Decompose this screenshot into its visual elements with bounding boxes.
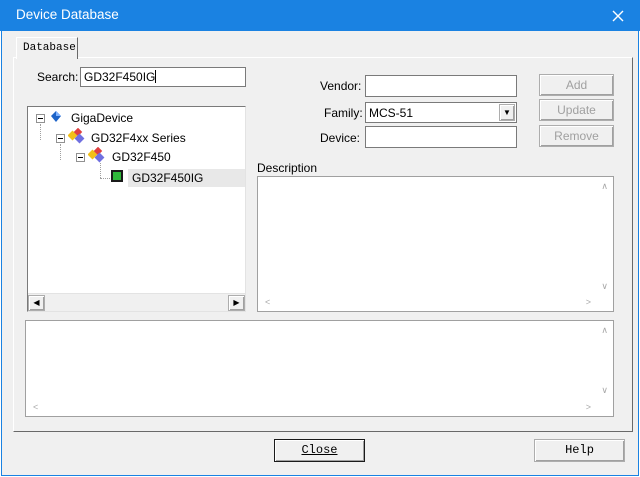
family-select-value: MCS-51 [369, 106, 414, 120]
close-window-button[interactable] [596, 0, 640, 31]
text-caret [155, 70, 157, 83]
scroll-up-icon[interactable]: ∧ [601, 325, 608, 336]
search-input-value: GD32F450IG [84, 70, 156, 84]
family-select[interactable]: MCS-51 ▼ [365, 102, 517, 123]
title-bar: Device Database [0, 0, 640, 31]
tab-database[interactable]: Database [16, 37, 78, 59]
help-button[interactable]: Help [534, 439, 625, 462]
tree-item-gd32f450ig[interactable]: GD32F450IG [132, 171, 203, 185]
scroll-right-icon: ▶ [233, 298, 240, 307]
tree-item-gd32f4xx-series[interactable]: GD32F4xx Series [91, 131, 186, 145]
close-button[interactable]: Close [274, 439, 365, 462]
family-dropdown-button[interactable]: ▼ [499, 104, 515, 121]
device-label: Device: [320, 131, 361, 145]
device-tree[interactable]: GigaDevice GD32F4xx Series GD32F450 GD32… [27, 106, 246, 312]
search-label: Search: [37, 70, 79, 84]
scroll-right-icon[interactable]: > [586, 402, 591, 412]
close-icon [612, 10, 624, 21]
description-textarea[interactable]: ∧ ∨ < > [257, 176, 614, 312]
vendor-field[interactable] [365, 75, 517, 97]
remove-button[interactable]: Remove [539, 125, 614, 147]
update-button[interactable]: Update [539, 99, 614, 121]
device-field[interactable] [365, 126, 517, 148]
scroll-right-button[interactable]: ▶ [228, 295, 245, 311]
vendor-label: Vendor: [320, 79, 362, 93]
output-textarea[interactable]: ∧ ∨ < > [25, 320, 614, 417]
scroll-up-icon[interactable]: ∧ [601, 181, 608, 192]
search-input[interactable]: GD32F450IG [80, 67, 246, 87]
tree-connector [40, 124, 41, 140]
window-title: Device Database [16, 7, 119, 22]
series-chip-group-icon [68, 128, 85, 144]
close-button-label: Close [301, 443, 338, 457]
family-label: Family: [324, 106, 363, 120]
scroll-left-icon[interactable]: < [33, 402, 38, 412]
tree-item-gd32f450[interactable]: GD32F450 [112, 150, 171, 164]
expander-gd32f450[interactable] [76, 153, 85, 162]
scroll-down-icon[interactable]: ∨ [601, 281, 608, 292]
scroll-left-icon[interactable]: < [265, 297, 270, 307]
chip-icon [111, 170, 123, 182]
tree-connector [100, 178, 110, 179]
vendor-diamond-icon [51, 111, 61, 122]
chevron-down-icon: ▼ [503, 108, 511, 117]
expander-gigadevice[interactable] [36, 114, 45, 123]
tree-item-gigadevice[interactable]: GigaDevice [71, 111, 133, 125]
group-chip-icon [88, 147, 105, 163]
expander-gd32f4xx-series[interactable] [56, 134, 65, 143]
scroll-left-icon: ◀ [33, 298, 40, 307]
tree-connector [60, 144, 61, 160]
scroll-left-button[interactable]: ◀ [28, 295, 45, 311]
description-label: Description [257, 161, 318, 175]
tree-hscrollbar[interactable]: ◀ ▶ [28, 293, 245, 311]
scroll-down-icon[interactable]: ∨ [601, 385, 608, 396]
scroll-right-icon[interactable]: > [586, 297, 591, 307]
tree-connector [100, 163, 101, 178]
add-button[interactable]: Add [539, 74, 614, 96]
